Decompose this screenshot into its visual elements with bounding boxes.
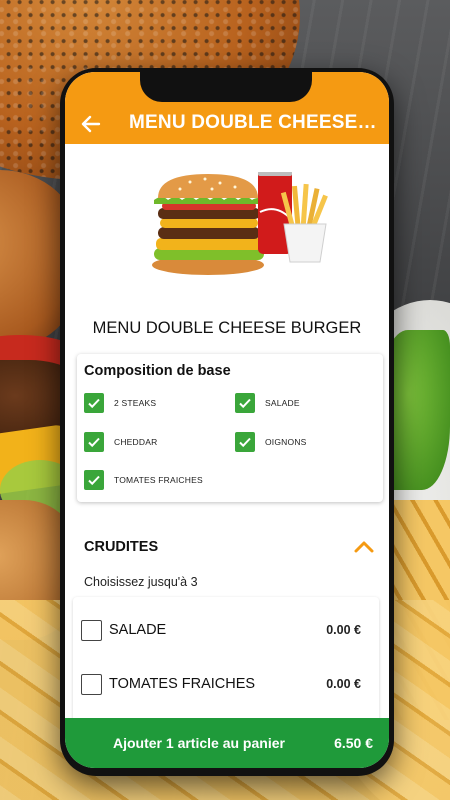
check-icon xyxy=(88,437,100,448)
cart-total-price: 6.50 € xyxy=(334,735,373,751)
option-price: 0.00 € xyxy=(326,677,361,691)
collapse-button[interactable] xyxy=(353,537,375,555)
crudites-options: SALADE 0.00 € TOMATES FRAICHES 0.00 € xyxy=(73,597,379,727)
check-icon xyxy=(239,437,251,448)
crudites-title: CRUDITES xyxy=(84,539,159,555)
ingredient-cheddar[interactable]: CHEDDAR xyxy=(84,431,157,453)
back-button[interactable] xyxy=(79,112,103,136)
composition-title: Composition de base xyxy=(84,363,231,379)
crudites-hint: Choisissez jusqu'à 3 xyxy=(84,575,198,589)
option-name: TOMATES FRAICHES xyxy=(109,676,256,692)
check-icon xyxy=(239,398,251,409)
option-name: SALADE xyxy=(109,622,167,638)
add-to-cart-label: Ajouter 1 article au panier xyxy=(113,735,285,751)
ingredient-label: CHEDDAR xyxy=(114,437,158,447)
ingredient-oignons[interactable]: OIGNONS xyxy=(235,431,307,453)
phone-notch xyxy=(140,68,312,102)
ingredient-salade[interactable]: SALADE xyxy=(235,392,300,414)
back-arrow-icon xyxy=(81,115,101,133)
page-title: MENU DOUBLE CHEESE BURGER xyxy=(129,112,377,133)
checkbox-checked[interactable] xyxy=(235,393,255,413)
check-icon xyxy=(88,398,100,409)
checkbox-checked[interactable] xyxy=(84,432,104,452)
chevron-up-icon xyxy=(354,541,374,553)
burger-icon xyxy=(152,174,264,275)
ingredient-label: OIGNONS xyxy=(265,437,307,447)
checkbox-checked[interactable] xyxy=(84,470,104,490)
ingredient-label: SALADE xyxy=(265,398,300,408)
checkbox-unchecked[interactable] xyxy=(81,619,102,641)
composition-card: Composition de base 2 STEAKS SALADE CHED… xyxy=(77,354,383,502)
checkbox-unchecked[interactable] xyxy=(81,673,102,695)
ingredient-tomates-fraiches[interactable]: TOMATES FRAICHES xyxy=(84,469,203,491)
check-icon xyxy=(88,475,100,486)
ingredient-label: TOMATES FRAICHES xyxy=(114,475,203,485)
app-screen: MENU DOUBLE CHEESE BURGER xyxy=(65,72,389,768)
checkbox-checked[interactable] xyxy=(84,393,104,413)
checkbox-checked[interactable] xyxy=(235,432,255,452)
ingredient-label: 2 STEAKS xyxy=(114,398,157,408)
ingredient-2-steaks[interactable]: 2 STEAKS xyxy=(84,392,156,414)
product-image xyxy=(150,170,330,282)
product-name: MENU DOUBLE CHEESE BURGER xyxy=(92,319,362,337)
add-to-cart-button[interactable]: Ajouter 1 article au panier 6.50 € xyxy=(65,718,389,768)
option-salade[interactable]: SALADE 0.00 € xyxy=(73,610,379,650)
option-price: 0.00 € xyxy=(326,623,361,637)
option-tomates-fraiches[interactable]: TOMATES FRAICHES 0.00 € xyxy=(73,664,379,704)
